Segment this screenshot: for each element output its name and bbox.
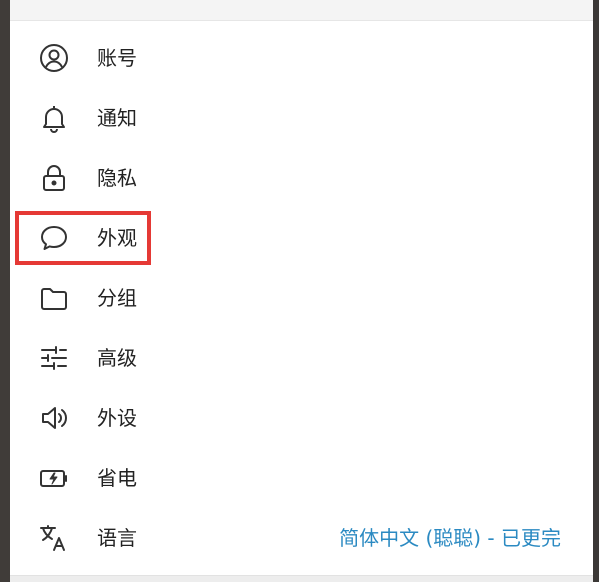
menu-item-label: 外设	[97, 406, 137, 430]
menu-item-label: 隐私	[97, 166, 137, 190]
panel-top-bar	[10, 0, 593, 21]
panel-bottom-bar	[10, 575, 593, 582]
menu-item-notifications[interactable]: 通知	[10, 88, 593, 148]
background-left	[0, 0, 10, 582]
menu-item-label: 高级	[97, 346, 137, 370]
speaker-icon	[39, 403, 69, 433]
language-value: 简体中文 (聪聪) - 已更完	[339, 526, 561, 550]
menu-item-peripherals[interactable]: 外设	[10, 388, 593, 448]
lock-icon	[39, 163, 69, 193]
menu-item-label: 通知	[97, 106, 137, 130]
menu-item-appearance[interactable]: 外观	[10, 208, 593, 268]
settings-menu: 账号 通知 隐私 外观 分组 高级 外设 省电 语言 简体中文 (聪聪) - 已…	[10, 28, 593, 568]
menu-item-advanced[interactable]: 高级	[10, 328, 593, 388]
menu-item-label: 外观	[97, 226, 137, 250]
menu-item-language[interactable]: 语言 简体中文 (聪聪) - 已更完	[10, 508, 593, 568]
user-circle-icon	[39, 43, 69, 73]
menu-item-privacy[interactable]: 隐私	[10, 148, 593, 208]
menu-item-groups[interactable]: 分组	[10, 268, 593, 328]
menu-item-power-saving[interactable]: 省电	[10, 448, 593, 508]
menu-item-account[interactable]: 账号	[10, 28, 593, 88]
menu-item-label: 账号	[97, 46, 137, 70]
folder-icon	[39, 283, 69, 313]
sliders-icon	[39, 343, 69, 373]
chat-bubble-icon	[39, 223, 69, 253]
menu-item-label: 语言	[97, 526, 137, 550]
menu-item-label: 省电	[97, 466, 137, 490]
battery-charging-icon	[39, 463, 69, 493]
bell-icon	[39, 103, 69, 133]
translate-icon	[39, 523, 69, 553]
settings-panel: 账号 通知 隐私 外观 分组 高级 外设 省电 语言 简体中文 (聪聪) - 已…	[10, 0, 593, 582]
background-right	[593, 0, 599, 582]
menu-item-label: 分组	[97, 286, 137, 310]
